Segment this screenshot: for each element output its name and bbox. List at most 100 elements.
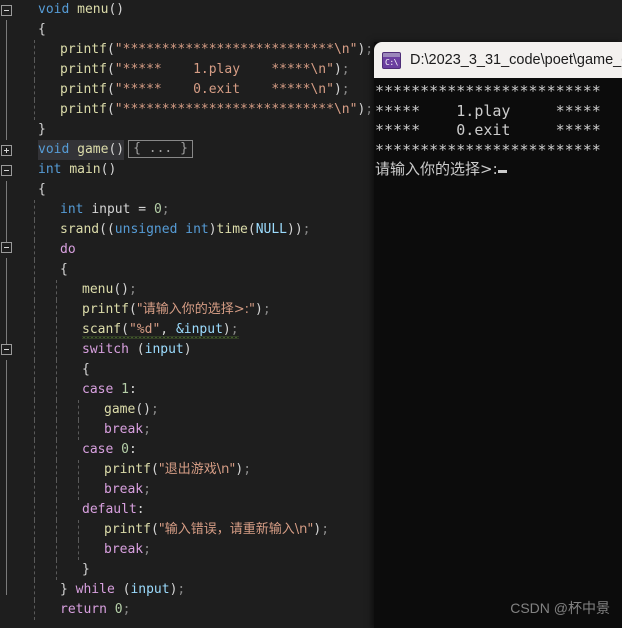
csdn-watermark: CSDN @杯中景 [510, 600, 610, 616]
code-tokens: return 0; [60, 602, 130, 617]
indent-guide [56, 520, 57, 540]
code-token: ; [243, 462, 252, 477]
code-token: game [104, 402, 136, 417]
code-token: game [77, 142, 109, 157]
fold-marker-main[interactable] [1, 165, 12, 176]
code-token: ( [247, 222, 256, 237]
code-token: ( [150, 462, 159, 477]
code-line-content: case 0: [14, 442, 137, 457]
code-line-content: case 1: [14, 382, 137, 397]
code-tokens: case 1: [82, 382, 137, 397]
code-token: ; [143, 482, 151, 497]
indent-guide [34, 200, 35, 220]
code-token: } [82, 562, 90, 577]
fold-marker-menu[interactable] [1, 5, 12, 16]
code-line[interactable]: { [14, 20, 622, 40]
indent-guide [78, 460, 79, 480]
indent-guide [56, 320, 57, 340]
code-token: &input [175, 322, 223, 337]
code-tokens: printf("请输入你的选择>:"); [82, 302, 271, 317]
code-tokens: { [82, 362, 90, 377]
code-tokens: printf("输入错误，请重新输入\n"); [104, 522, 329, 537]
code-token: ( [128, 302, 137, 317]
fold-rail-menu [6, 20, 7, 140]
console-output[interactable]: ************************* ***** 1.play **… [374, 78, 622, 180]
editor-fold-gutter[interactable] [0, 0, 14, 628]
code-line-content: printf("请输入你的选择>:"); [14, 302, 271, 317]
console-titlebar[interactable]: C:\ D:\2023_3_31_code\poet\game_c [374, 42, 622, 78]
code-token: printf [104, 462, 151, 477]
fold-marker-game[interactable] [1, 145, 12, 156]
indent-guide [34, 440, 35, 460]
code-line[interactable]: void menu() [14, 0, 622, 20]
code-token: break [104, 482, 144, 497]
code-token: break [104, 422, 144, 437]
code-token: ( [106, 102, 115, 117]
code-line-content: printf("***************************\n"); [14, 102, 373, 117]
code-token: ( [121, 322, 129, 337]
code-token: scanf [82, 322, 122, 337]
code-line-content: printf("输入错误，请重新输入\n"); [14, 522, 329, 537]
code-token: ) [255, 302, 263, 317]
indent-guide [34, 60, 35, 80]
collapsed-region-placeholder[interactable]: { ... } [128, 140, 193, 158]
code-token: ) [208, 222, 217, 237]
code-tokens: menu(); [82, 282, 137, 297]
code-token: ; [365, 42, 374, 57]
indent-guide [34, 360, 35, 380]
fold-marker-do[interactable] [1, 242, 12, 253]
code-line-content: } while (input); [14, 582, 185, 597]
fold-marker-switch[interactable] [1, 344, 12, 355]
code-line-content: printf("退出游戏\n"); [14, 462, 251, 477]
code-tokens: { [38, 22, 46, 37]
indent-guide [56, 380, 57, 400]
indent-guide [34, 220, 35, 240]
code-token: } [60, 582, 76, 597]
code-tokens: printf("***** 1.play *****\n"); [60, 62, 350, 77]
code-token: printf [60, 102, 107, 117]
indent-guide [78, 400, 79, 420]
fold-rail-do [6, 258, 7, 350]
indent-guide [56, 340, 57, 360]
indent-guide [56, 280, 57, 300]
console-caret [497, 170, 507, 173]
indent-guide [56, 540, 57, 560]
code-token: () [108, 142, 125, 157]
code-tokens: printf("***************************\n"); [60, 42, 373, 57]
indent-guide [34, 380, 35, 400]
code-token: ; [321, 522, 330, 537]
code-token: { [38, 22, 46, 37]
code-token: ; [150, 402, 159, 417]
console-window[interactable]: C:\ D:\2023_3_31_code\poet\game_c ******… [374, 42, 622, 628]
code-token: printf [60, 62, 107, 77]
fold-rail-switch [6, 360, 7, 595]
code-line-content: return 0; [14, 602, 130, 617]
code-tokens: break; [104, 482, 151, 497]
indent-guide [78, 520, 79, 540]
code-token: ; [341, 62, 350, 77]
indent-guide [34, 560, 35, 580]
code-token: do [60, 242, 76, 257]
code-token: : [136, 502, 145, 517]
code-token: "退出游戏\n" [158, 462, 236, 477]
indent-guide [34, 460, 35, 480]
code-token: ( [150, 522, 159, 537]
code-token: ; [143, 542, 151, 557]
indent-guide [34, 100, 35, 120]
console-output-line: ***** 1.play ***** [375, 101, 601, 120]
indent-guide [56, 480, 57, 500]
warning-underlined-code: scanf("%d", &input); [82, 322, 239, 339]
indent-guide [34, 520, 35, 540]
code-token: 0 [153, 202, 162, 217]
code-token: printf [104, 522, 151, 537]
code-token: printf [82, 302, 129, 317]
indent-guide [34, 420, 35, 440]
indent-guide [34, 40, 35, 60]
indent-guide [56, 300, 57, 320]
code-token: ; [161, 202, 170, 217]
code-token: ; [302, 222, 311, 237]
indent-guide [34, 240, 35, 260]
code-token: () [135, 402, 151, 417]
code-tokens: break; [104, 422, 151, 437]
code-line-content: int main() [14, 162, 116, 177]
